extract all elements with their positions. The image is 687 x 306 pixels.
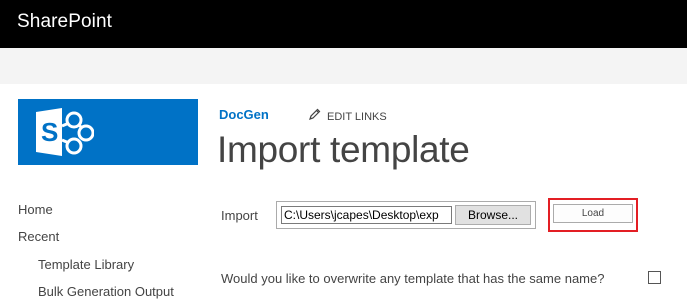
svg-text:S: S	[41, 117, 58, 147]
suite-bar: SharePoint	[0, 0, 687, 48]
nav-item-bulk-generation-output[interactable]: Bulk Generation Output	[38, 284, 174, 299]
site-title-link[interactable]: DocGen	[219, 107, 269, 122]
overwrite-checkbox[interactable]	[648, 271, 661, 284]
pencil-icon	[309, 108, 323, 123]
load-button[interactable]: Load	[553, 204, 633, 223]
page-title: Import template	[217, 129, 470, 170]
sharepoint-logo-icon: S	[36, 108, 94, 156]
browse-button[interactable]: Browse...	[455, 205, 531, 225]
overwrite-question-label: Would you like to overwrite any template…	[221, 271, 605, 286]
suite-bar-brand[interactable]: SharePoint	[17, 11, 112, 33]
ribbon-bar	[0, 48, 687, 84]
edit-links-button[interactable]: EDIT LINKS	[309, 108, 387, 123]
import-label: Import	[221, 208, 258, 223]
nav-item-home[interactable]: Home	[18, 202, 53, 217]
nav-item-template-library[interactable]: Template Library	[38, 257, 134, 272]
file-upload-control[interactable]: C:\Users\jcapes\Desktop\exp Browse...	[276, 201, 536, 229]
edit-links-label: EDIT LINKS	[327, 111, 387, 123]
file-path-input[interactable]: C:\Users\jcapes\Desktop\exp	[281, 206, 452, 224]
nav-item-recent[interactable]: Recent	[18, 229, 59, 244]
site-logo[interactable]: S	[18, 99, 198, 165]
